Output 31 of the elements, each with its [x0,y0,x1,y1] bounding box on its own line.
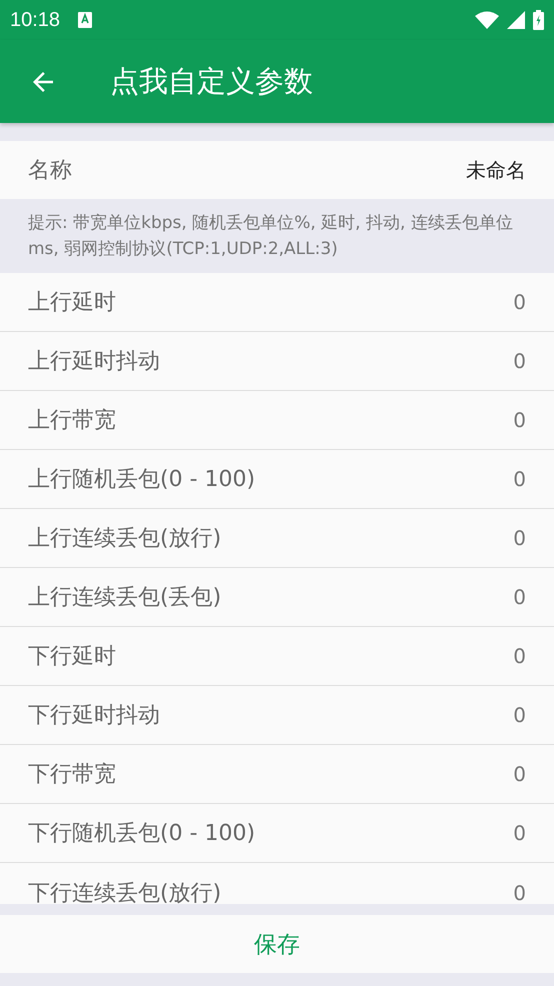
parameter-label: 上行随机丢包(0 - 100) [28,466,256,494]
parameter-label: 上行连续丢包(放行) [28,525,222,553]
save-button[interactable]: 保存 [0,915,554,973]
parameter-label: 上行带宽 [28,407,116,435]
name-value[interactable]: 未命名 [466,156,526,184]
parameter-value[interactable]: 0 [513,585,526,609]
parameter-value[interactable]: 0 [513,349,526,373]
parameter-value[interactable]: 0 [513,821,526,845]
parameter-label: 下行带宽 [28,761,116,789]
parameter-value[interactable]: 0 [513,762,526,786]
name-label: 名称 [28,157,72,185]
parameter-label: 下行随机丢包(0 - 100) [28,820,256,848]
parameter-label: 上行连续丢包(丢包) [28,584,222,612]
parameter-label: 下行连续丢包(放行) [28,880,222,904]
parameter-label: 上行延时 [28,289,116,317]
screen-title: 点我自定义参数 [110,62,313,100]
parameter-value[interactable]: 0 [513,467,526,491]
parameter-value[interactable]: 0 [513,290,526,314]
parameter-value[interactable]: 0 [513,644,526,668]
parameter-label: 上行延时抖动 [28,348,160,376]
status-time: 10:18 [10,8,60,32]
parameter-value[interactable]: 0 [513,526,526,550]
parameter-label: 下行延时抖动 [28,702,160,730]
parameter-label: 下行延时 [28,643,116,671]
wifi-icon [475,11,499,29]
notification-icon [78,12,92,28]
parameter-value[interactable]: 0 [513,880,526,904]
parameter-value[interactable]: 0 [513,408,526,432]
parameter-value[interactable]: 0 [513,703,526,727]
battery-icon [533,10,544,30]
signal-icon [507,11,525,29]
